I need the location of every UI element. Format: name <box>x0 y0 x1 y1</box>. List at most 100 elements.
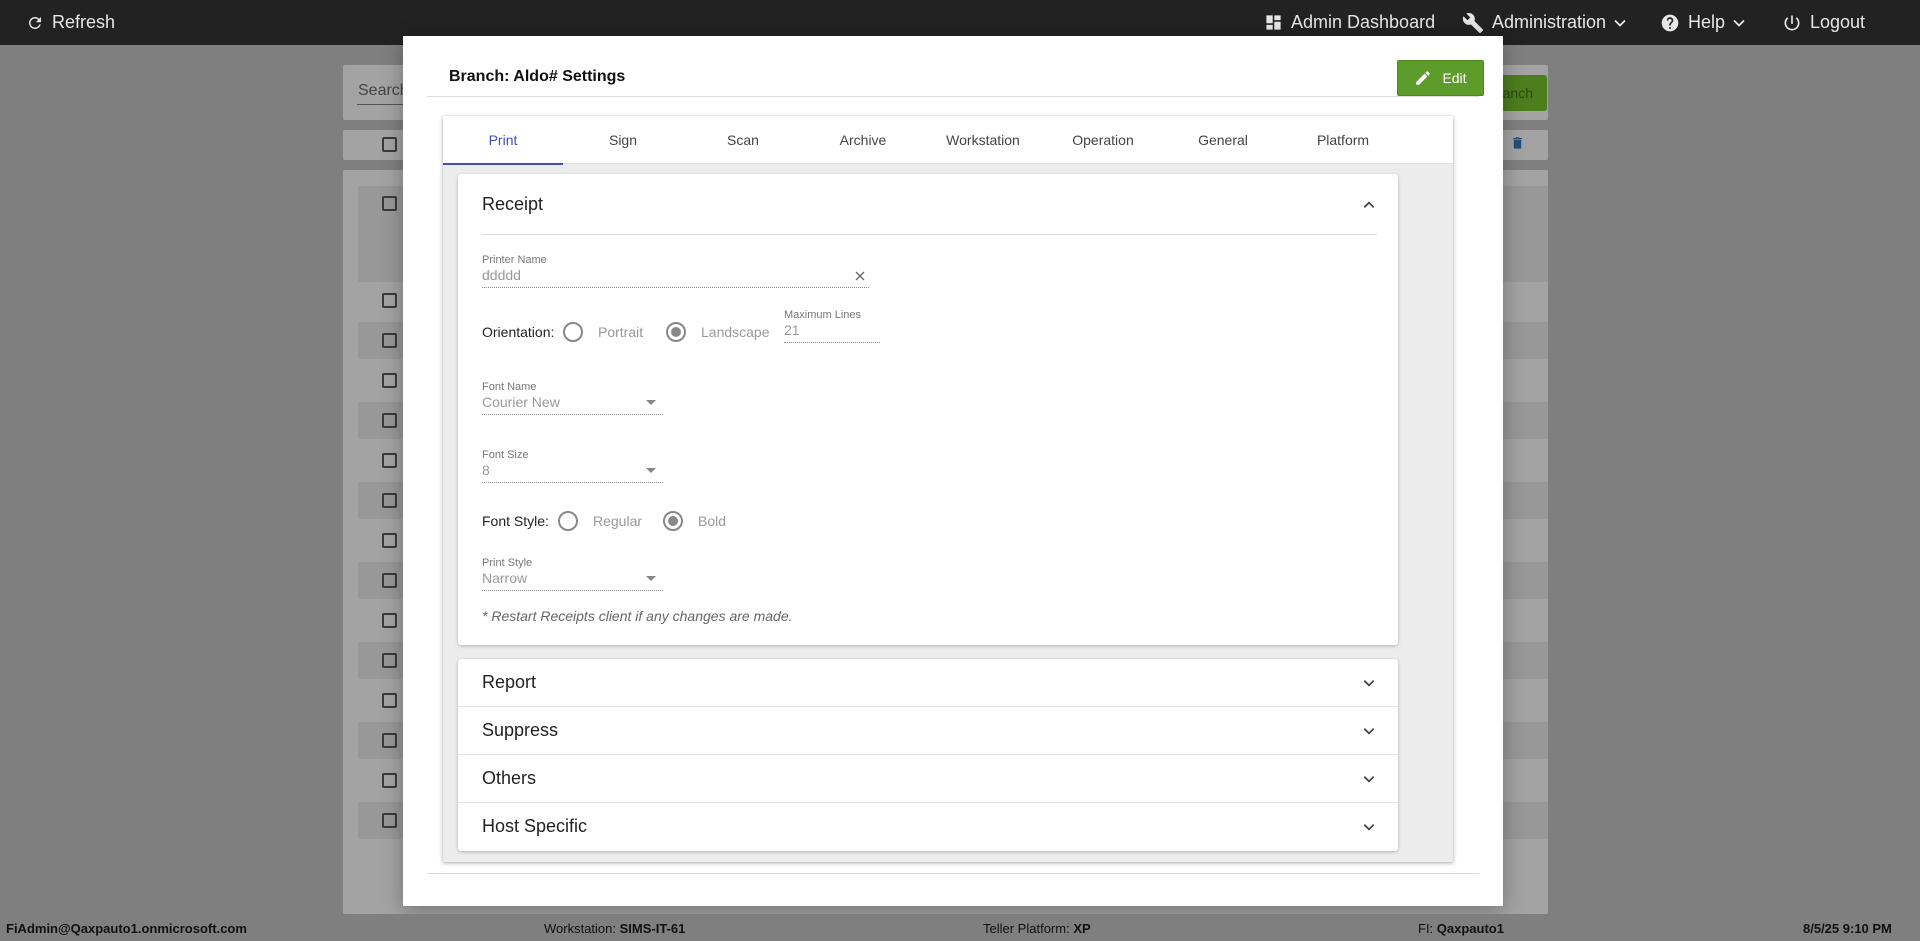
help-icon <box>1661 14 1679 31</box>
clear-icon[interactable] <box>854 270 866 282</box>
chevron-down-icon <box>1363 776 1375 783</box>
workstation-label: Workstation: <box>544 921 617 936</box>
print-style-label: Print Style <box>482 557 533 569</box>
bg-checkbox <box>382 533 397 548</box>
maximum-lines-label: Maximum Lines <box>784 309 862 321</box>
print-style-select[interactable]: Narrow <box>482 570 527 586</box>
bg-checkbox <box>382 413 397 428</box>
report-panel[interactable]: Report <box>458 659 1398 707</box>
printer-name-input[interactable]: ddddd <box>482 267 521 283</box>
others-panel-title: Others <box>482 768 537 788</box>
printer-name-label: Printer Name <box>482 254 547 266</box>
tab-sign[interactable]: Sign <box>563 116 683 164</box>
others-panel[interactable]: Others <box>458 755 1398 803</box>
status-bar: FiAdmin@Qaxpauto1.onmicrosoft.com Workst… <box>0 914 1920 941</box>
dialog-header-divider <box>427 96 1479 97</box>
administration-label: Administration <box>1492 12 1607 32</box>
suppress-panel[interactable]: Suppress <box>458 707 1398 755</box>
tab-scan[interactable]: Scan <box>683 116 803 164</box>
bg-checkbox <box>382 733 397 748</box>
tab-general[interactable]: General <box>1163 116 1283 164</box>
status-fi: FI: Qaxpauto1 <box>1418 921 1504 936</box>
report-panel-title: Report <box>482 672 537 692</box>
logout-button[interactable]: Logout <box>1782 0 1865 45</box>
tab-print[interactable]: Print <box>443 116 563 165</box>
bg-checkbox <box>382 693 397 708</box>
bg-checkbox <box>382 493 397 508</box>
datetime-value: 8/5/25 9:10 PM <box>1803 921 1892 936</box>
chevron-down-icon <box>1363 680 1375 687</box>
regular-label: Regular <box>593 513 643 529</box>
trash-icon <box>1513 137 1522 149</box>
maximum-lines-input[interactable]: 21 <box>784 322 800 338</box>
admin-dashboard-label: Admin Dashboard <box>1291 12 1436 32</box>
portrait-radio[interactable] <box>563 322 583 342</box>
tab-archive[interactable]: Archive <box>803 116 923 164</box>
workstation-value: SIMS-IT-61 <box>619 921 686 936</box>
refresh-icon <box>28 16 41 29</box>
font-size-label: Font Size <box>482 449 529 461</box>
receipt-panel: Receipt Printer Name ddddd Orientation: … <box>458 174 1398 645</box>
font-style-label: Font Style: <box>482 513 549 529</box>
wrench-icon <box>1462 12 1484 33</box>
logout-label: Logout <box>1810 12 1866 32</box>
settings-tab-panel: Print Sign Scan Archive Workstation Oper… <box>443 116 1453 862</box>
help-label: Help <box>1688 12 1726 32</box>
status-user-value: FiAdmin@Qaxpauto1.onmicrosoft.com <box>6 921 247 936</box>
regular-radio[interactable] <box>558 511 578 531</box>
chevron-down-icon <box>1363 824 1375 831</box>
edit-label: Edit <box>1442 70 1467 86</box>
refresh-label: Refresh <box>52 12 116 32</box>
bg-checkbox <box>382 573 397 588</box>
edit-button[interactable]: Edit <box>1397 60 1484 96</box>
receipt-header-divider <box>482 234 1377 235</box>
fi-value: Qaxpauto1 <box>1436 921 1504 936</box>
bold-radio[interactable] <box>663 511 683 531</box>
bold-label: Bold <box>698 513 727 529</box>
chevron-down-icon <box>1614 19 1626 27</box>
bg-checkbox <box>382 196 397 211</box>
platform-label: Teller Platform: <box>983 921 1070 936</box>
bg-checkbox <box>382 333 397 348</box>
pencil-icon <box>1416 71 1431 85</box>
dialog-title: Branch: Aldo# Settings <box>449 68 626 85</box>
bg-checkbox <box>382 773 397 788</box>
bg-checkbox <box>382 813 397 828</box>
dashboard-icon <box>1266 15 1281 30</box>
landscape-radio[interactable] <box>666 322 686 342</box>
chevron-down-icon <box>1733 19 1745 27</box>
receipt-panel-title[interactable]: Receipt <box>482 194 543 215</box>
font-size-underline <box>482 482 663 483</box>
settings-tabs: Print Sign Scan Archive Workstation Oper… <box>443 116 1453 165</box>
branch-settings-dialog: Branch: Aldo# Settings Edit Print Sign S… <box>403 36 1503 906</box>
refresh-button[interactable]: Refresh <box>26 0 115 45</box>
chevron-up-icon[interactable] <box>1362 198 1376 212</box>
print-style-underline <box>482 590 663 591</box>
tab-platform[interactable]: Platform <box>1283 116 1403 164</box>
font-size-select[interactable]: 8 <box>482 462 490 478</box>
host-specific-panel-title: Host Specific <box>482 816 588 836</box>
tab-workstation[interactable]: Workstation <box>923 116 1043 164</box>
bg-checkbox <box>382 613 397 628</box>
status-workstation: Workstation: SIMS-IT-61 <box>544 921 685 936</box>
bg-search-input: Search <box>358 82 409 99</box>
dropdown-arrow-icon[interactable] <box>646 400 656 405</box>
font-name-label: Font Name <box>482 381 537 393</box>
dropdown-arrow-icon[interactable] <box>646 468 656 473</box>
bg-checkbox <box>382 293 397 308</box>
maximum-lines-underline <box>784 342 880 343</box>
tab-operation[interactable]: Operation <box>1043 116 1163 164</box>
help-menu[interactable]: Help <box>1660 0 1745 45</box>
font-name-select[interactable]: Courier New <box>482 394 560 410</box>
landscape-label: Landscape <box>701 324 770 340</box>
suppress-panel-title: Suppress <box>482 720 559 740</box>
bg-checkbox <box>382 137 397 152</box>
restart-note: * Restart Receipts client if any changes… <box>482 608 793 624</box>
chevron-down-icon <box>1363 728 1375 735</box>
status-platform: Teller Platform: XP <box>983 921 1091 936</box>
host-specific-panel[interactable]: Host Specific <box>458 803 1398 851</box>
collapsed-sections: Report Suppress Others Host Specific <box>458 659 1398 851</box>
dropdown-arrow-icon[interactable] <box>646 576 656 581</box>
fi-label: FI: <box>1418 921 1434 936</box>
font-name-underline <box>482 414 663 415</box>
